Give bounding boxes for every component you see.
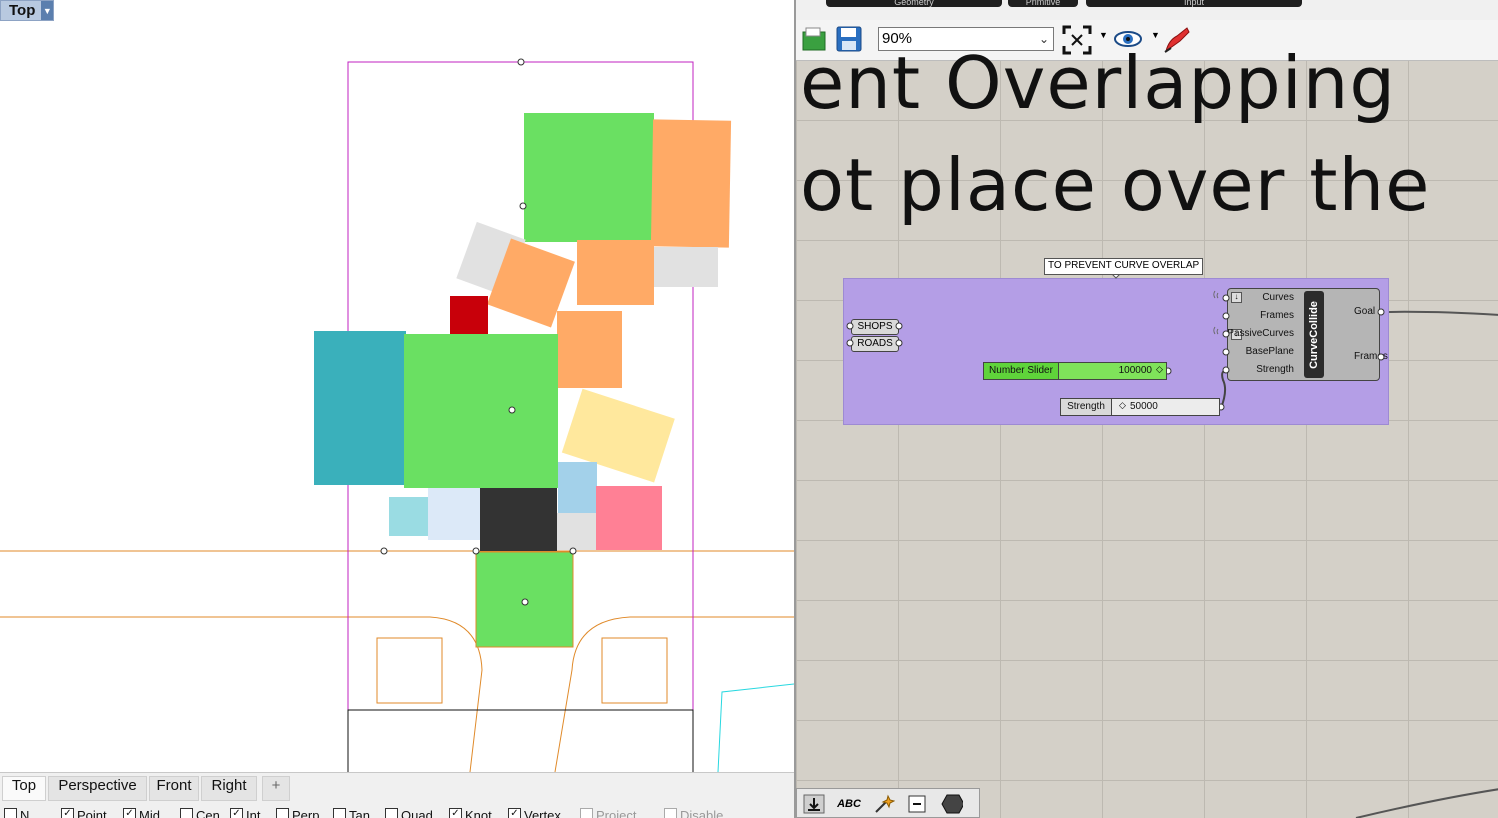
tab-perspective[interactable]: Perspective xyxy=(48,776,147,801)
snap-item[interactable]: ✓ Mid xyxy=(123,808,160,818)
pale-blue-block[interactable] xyxy=(428,488,481,540)
tab-right[interactable]: Right xyxy=(201,776,257,801)
viewport-tabs: Top Perspective Front Right + xyxy=(0,772,794,803)
viewport-title[interactable]: Top ▼ xyxy=(0,0,55,21)
road-curve-right xyxy=(554,616,794,772)
checkbox-icon[interactable] xyxy=(664,808,677,818)
snap-item[interactable]: Disable xyxy=(664,808,723,818)
lightblue-block[interactable] xyxy=(558,462,597,514)
snap-item[interactable]: Quad xyxy=(385,808,433,818)
cyan-curve xyxy=(717,683,794,772)
rhino-viewport[interactable]: Top ▼ xyxy=(0,0,794,772)
snap-item[interactable]: Tan xyxy=(333,808,370,818)
checkbox-icon[interactable] xyxy=(4,808,17,818)
pink-block[interactable] xyxy=(596,486,662,550)
checkbox-icon[interactable]: ✓ xyxy=(61,808,74,818)
plot-outline-left xyxy=(376,637,443,704)
grasshopper-window: Geometry Primitive Input 90% ⌄ ▼ ▼ ent O… xyxy=(794,0,1498,818)
snap-item[interactable]: Cen xyxy=(180,808,220,818)
checkbox-icon[interactable]: ✓ xyxy=(230,808,243,818)
checkbox-icon[interactable] xyxy=(333,808,346,818)
viewport-canvas[interactable] xyxy=(0,0,794,772)
download-icon[interactable] xyxy=(803,794,825,814)
collapse-icon[interactable] xyxy=(906,794,928,814)
grey-block-right[interactable] xyxy=(654,247,718,287)
teal-block[interactable] xyxy=(314,331,406,485)
chevron-down-icon[interactable]: ▼ xyxy=(41,1,54,20)
snap-item[interactable]: ✓ Int xyxy=(230,808,260,818)
snap-item[interactable]: Perp xyxy=(276,808,319,818)
canvas-bottom-toolbar: ABC xyxy=(796,788,980,818)
checkbox-icon[interactable]: ✓ xyxy=(449,808,462,818)
viewport-title-label: Top xyxy=(9,2,36,19)
red-block[interactable] xyxy=(450,296,488,334)
add-tab-button[interactable]: + xyxy=(262,776,290,801)
orange-block-mid[interactable] xyxy=(577,240,654,305)
snap-item[interactable]: ✓ Knot xyxy=(449,808,492,818)
osnap-bar: N ✓ Point ✓ Mid Cen ✓ Int Perp Tan Quad ✓ Kn… xyxy=(0,802,794,818)
checkbox-icon[interactable]: ✓ xyxy=(508,808,521,818)
green-block-center[interactable] xyxy=(404,334,558,488)
wand-icon[interactable] xyxy=(873,794,895,814)
orange-block-lower[interactable] xyxy=(557,311,622,388)
snap-item[interactable]: ✓ Point xyxy=(61,808,107,818)
road-curve-left xyxy=(0,616,483,772)
lower-boundary xyxy=(347,709,694,772)
snap-item[interactable]: Project xyxy=(580,808,636,818)
tab-front[interactable]: Front xyxy=(149,776,199,801)
checkbox-icon[interactable] xyxy=(385,808,398,818)
plot-outline-right xyxy=(601,637,668,704)
checkbox-icon[interactable]: ✓ xyxy=(123,808,136,818)
hexagon-icon[interactable] xyxy=(941,794,963,814)
checkbox-icon[interactable] xyxy=(180,808,193,818)
snap-item[interactable]: ✓ Vertex xyxy=(508,808,561,818)
tab-top[interactable]: Top xyxy=(2,776,46,801)
orange-block-top[interactable] xyxy=(650,119,732,248)
green-block-top[interactable] xyxy=(524,113,654,242)
checkbox-icon[interactable] xyxy=(276,808,289,818)
spellcheck-icon[interactable]: ABC xyxy=(837,794,861,814)
snap-item[interactable]: N xyxy=(4,808,29,818)
dark-block[interactable] xyxy=(480,488,557,551)
checkbox-icon[interactable] xyxy=(580,808,593,818)
component-ports xyxy=(846,290,1385,374)
cyan-block[interactable] xyxy=(389,497,429,536)
grey-block-small[interactable] xyxy=(557,513,597,550)
